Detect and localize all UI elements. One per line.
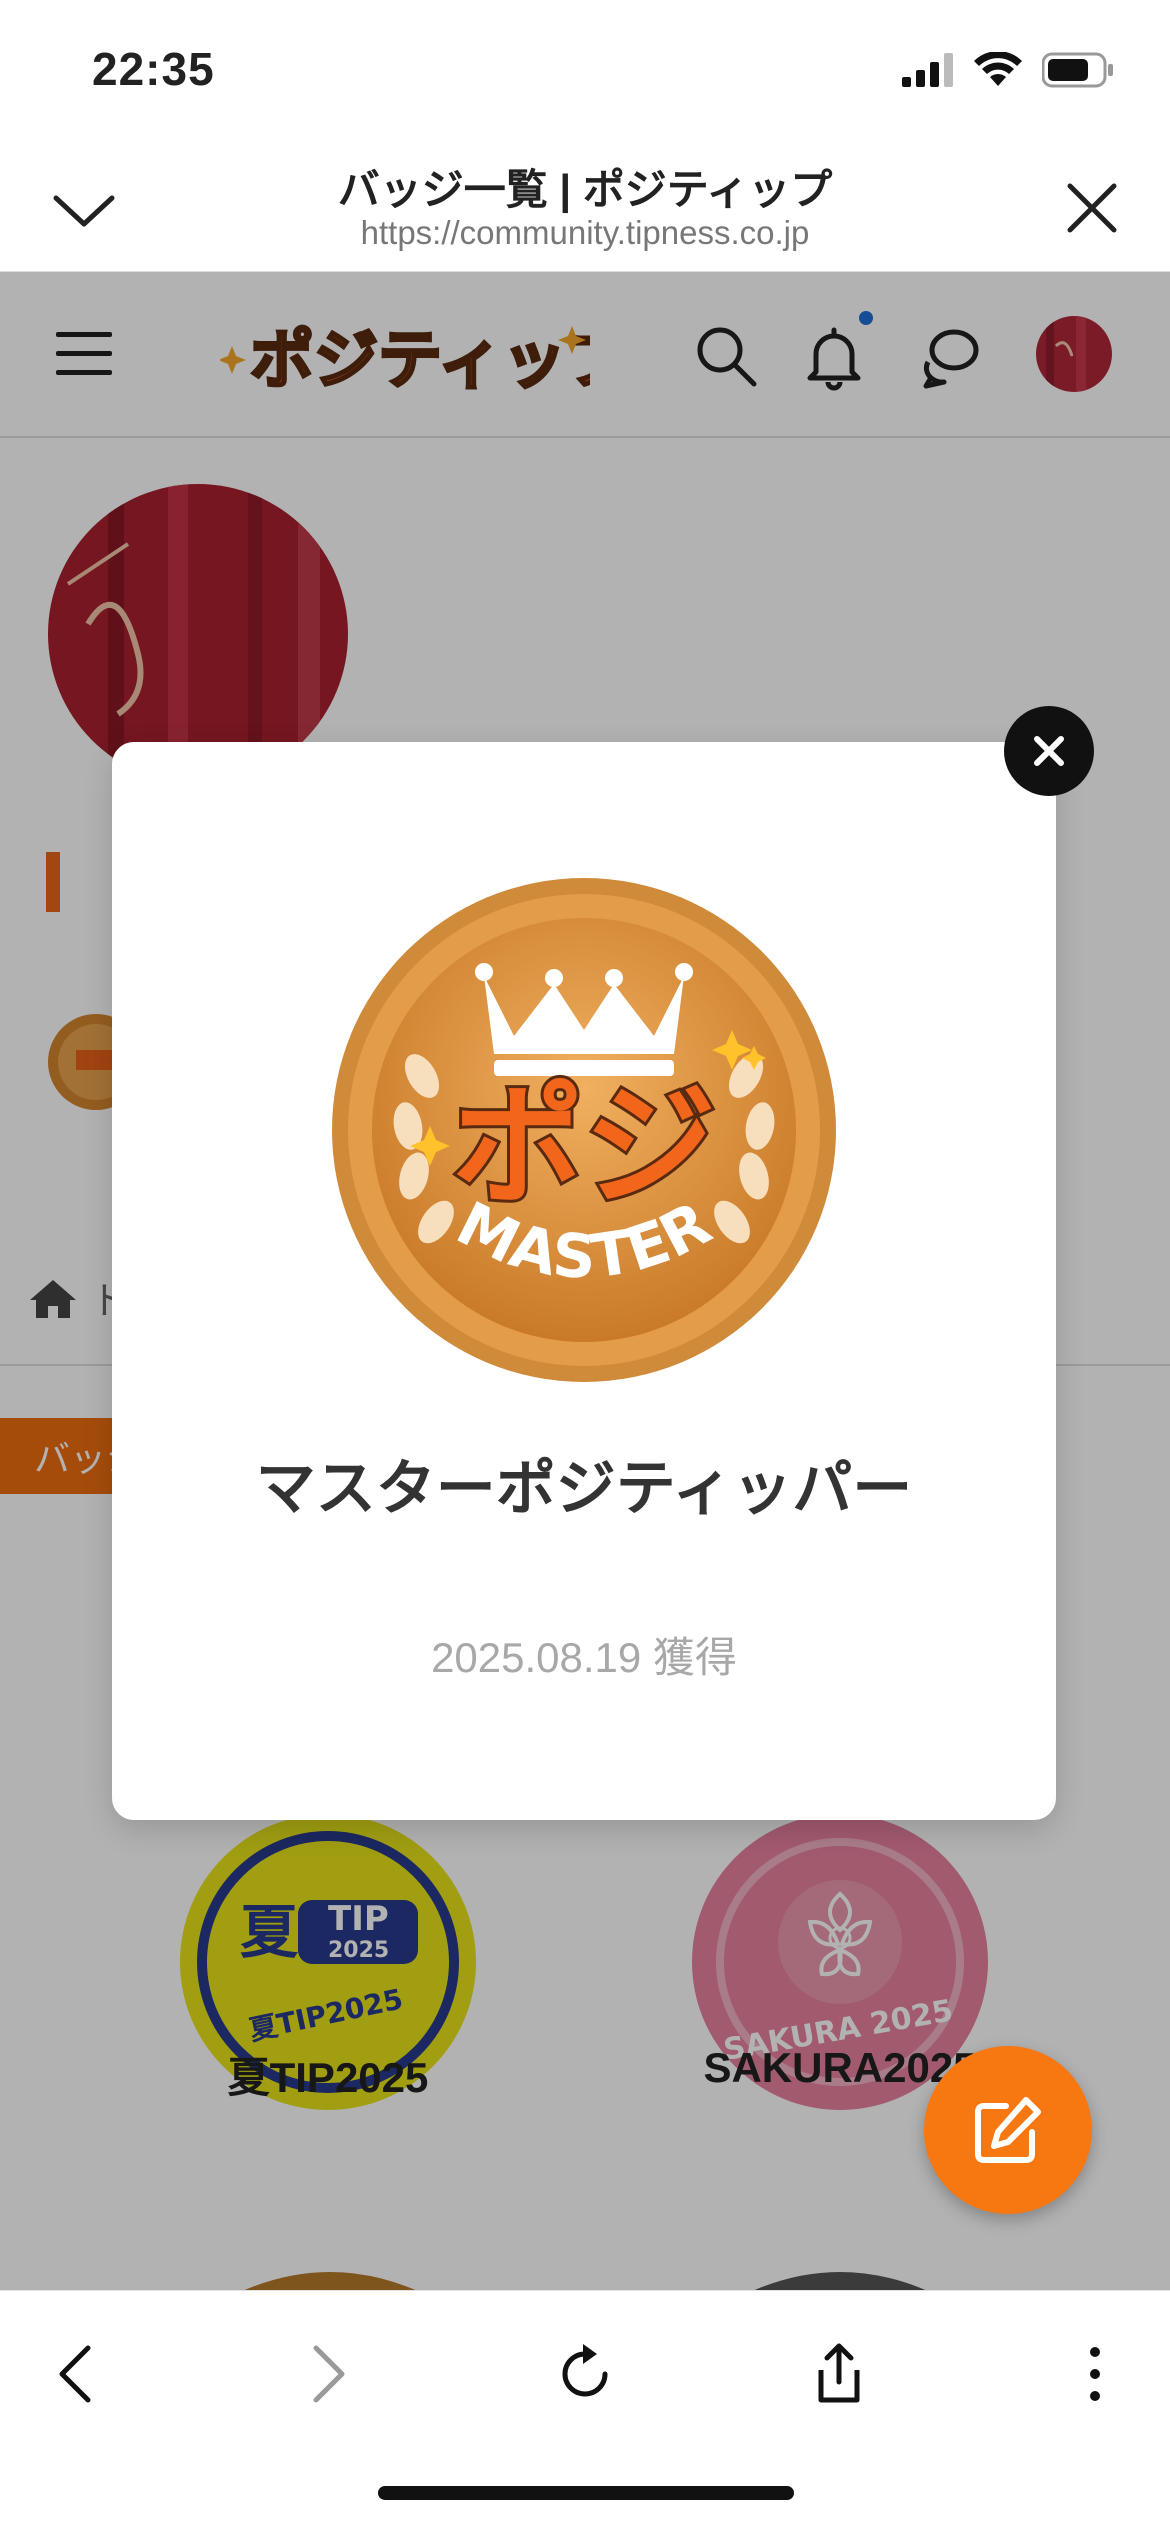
browser-url[interactable]: https://community.tipness.co.jp	[200, 214, 970, 252]
reload-button[interactable]	[540, 2329, 630, 2419]
badge-detail-modal: ポジ MASTER マスターポジティッパー 2025.08.19 獲得	[112, 742, 1056, 1820]
forward-button[interactable]	[284, 2329, 374, 2419]
status-bar: 22:35	[0, 0, 1170, 140]
wifi-icon	[974, 52, 1022, 86]
close-icon	[1034, 736, 1064, 766]
chevron-down-icon	[53, 195, 115, 227]
battery-icon	[1042, 52, 1113, 88]
more-vertical-icon	[1090, 2347, 1100, 2401]
close-browser-button[interactable]	[1054, 174, 1130, 244]
chevron-right-icon	[313, 2345, 345, 2403]
share-icon	[818, 2343, 860, 2403]
status-time: 22:35	[92, 43, 215, 95]
collapse-button[interactable]	[46, 174, 122, 244]
close-icon	[1067, 183, 1117, 233]
master-badge-image: ポジ MASTER	[332, 878, 836, 1382]
badge-name: マスターポジティッパー	[255, 1455, 913, 1522]
home-indicator	[378, 2486, 794, 2500]
reload-icon	[562, 2344, 608, 2397]
browser-header: バッジ一覧 | ポジティップ https://community.tipness…	[0, 140, 1170, 272]
modal-close-button[interactable]	[1004, 706, 1094, 796]
cellular-signal-icon	[902, 53, 953, 87]
back-button[interactable]	[30, 2329, 120, 2419]
browser-page-title: バッジ一覧 | ポジティップ	[337, 166, 833, 213]
share-button[interactable]	[794, 2329, 884, 2419]
compose-button[interactable]	[924, 2046, 1092, 2214]
more-options-button[interactable]	[1050, 2329, 1140, 2419]
status-icons	[902, 52, 1114, 88]
edit-icon	[975, 2097, 1041, 2163]
chevron-left-icon	[59, 2345, 91, 2403]
badge-earned-date: 2025.08.19 獲得	[431, 1634, 737, 1681]
